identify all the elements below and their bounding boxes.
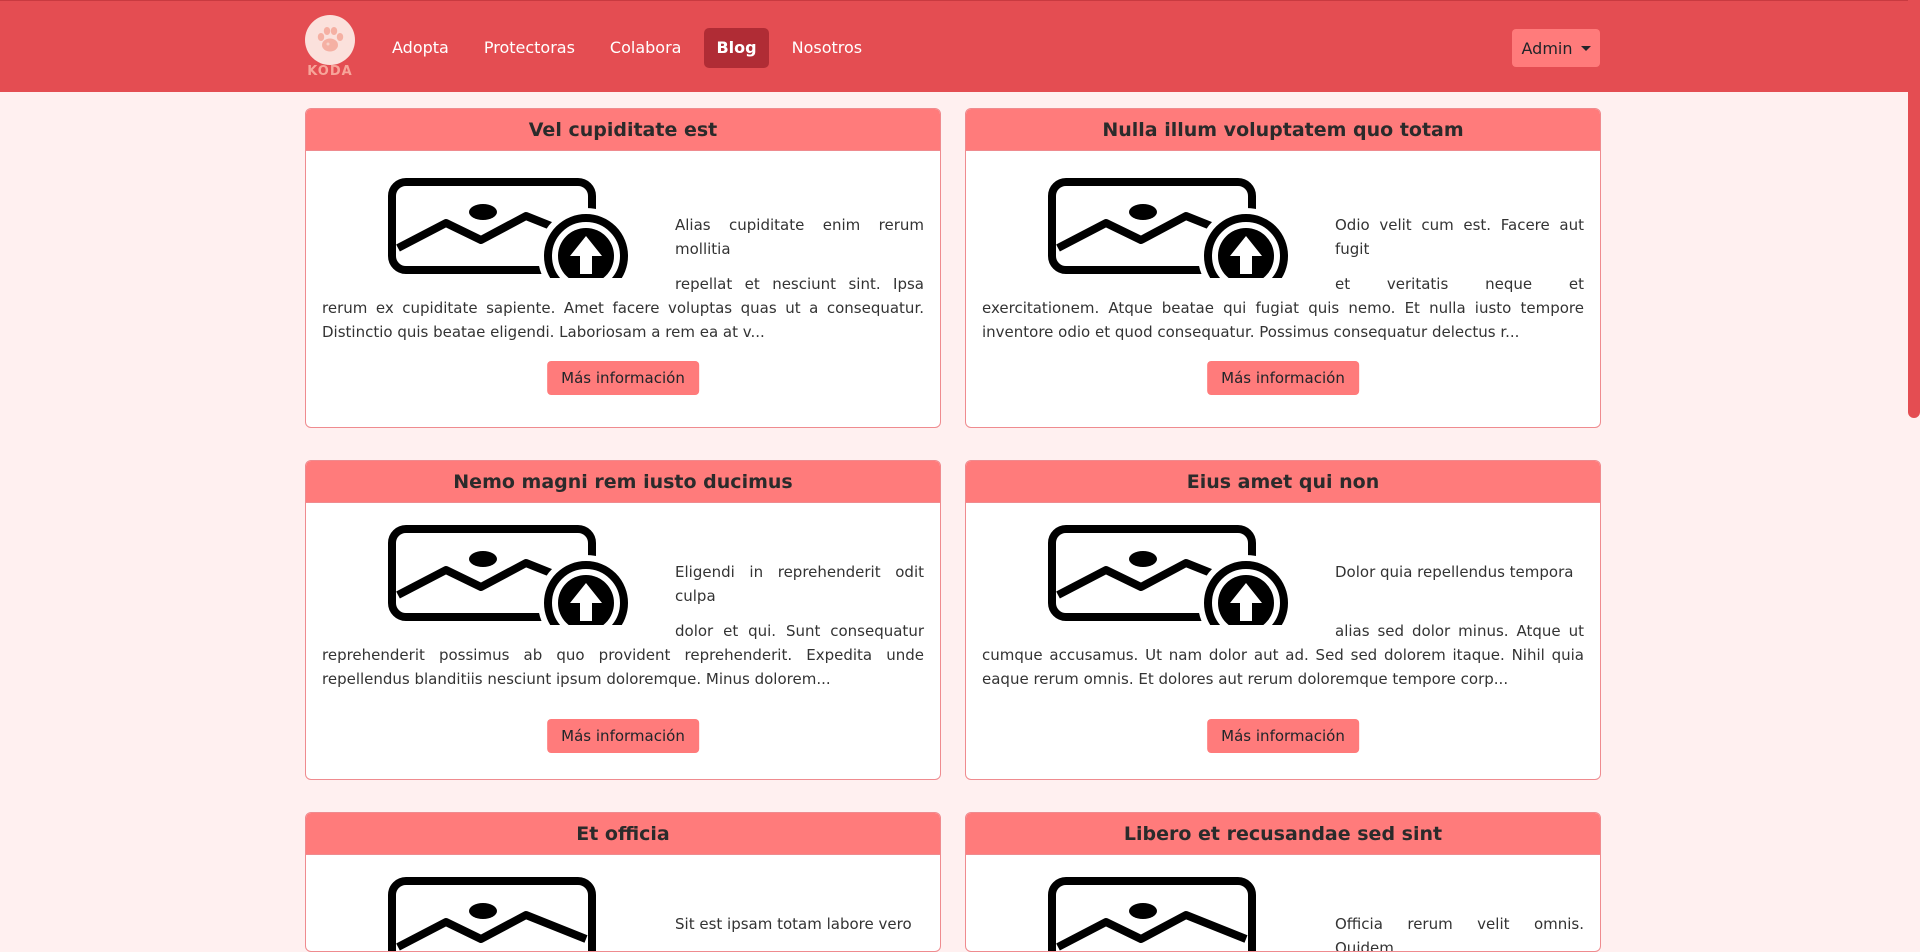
- image-upload-icon: [1048, 877, 1256, 951]
- image-upload-icon: [388, 178, 634, 278]
- blog-card: Nulla illum voluptatem quo totam Odio ve…: [965, 108, 1601, 428]
- blog-card: Nemo magni rem iusto ducimus Eligendi in…: [305, 460, 941, 780]
- card-title: Nemo magni rem iusto ducimus: [306, 461, 940, 503]
- admin-dropdown-button[interactable]: Admin: [1512, 29, 1600, 67]
- logo-text: KODA: [307, 64, 353, 79]
- nav-links: Adopta Protectoras Colabora Blog Nosotro…: [380, 28, 885, 68]
- image-upload-icon: [388, 877, 596, 951]
- more-info-button[interactable]: Más información: [1207, 361, 1359, 395]
- card-title: Nulla illum voluptatem quo totam: [966, 109, 1600, 151]
- more-info-button[interactable]: Más información: [547, 719, 699, 753]
- more-info-button[interactable]: Más información: [1207, 719, 1359, 753]
- image-upload-icon: [388, 525, 634, 625]
- nav-link-colabora[interactable]: Colabora: [598, 28, 694, 68]
- nav-link-blog[interactable]: Blog: [704, 28, 769, 68]
- image-upload-icon: [1048, 178, 1294, 278]
- card-excerpt: repellat et nesciunt sint. Ipsa rerum ex…: [322, 275, 924, 341]
- top-navbar: KODA Adopta Protectoras Colabora Blog No…: [0, 0, 1920, 92]
- admin-label: Admin: [1521, 38, 1573, 58]
- blog-card: Libero et recusandae sed sint Officia re…: [965, 812, 1601, 952]
- image-upload-icon: [1048, 525, 1294, 625]
- card-excerpt: alias sed dolor minus. Atque ut cumque a…: [982, 622, 1584, 688]
- blog-card: Eius amet qui non Dolor quia repellendus…: [965, 460, 1601, 780]
- card-title: Eius amet qui non: [966, 461, 1600, 503]
- paw-icon: [305, 15, 355, 65]
- card-title: Libero et recusandae sed sint: [966, 813, 1600, 855]
- nav-link-protectoras[interactable]: Protectoras: [472, 28, 587, 68]
- nav-link-nosotros[interactable]: Nosotros: [780, 28, 875, 68]
- blog-card: Et officia Sit est ipsam totam labore ve…: [305, 812, 941, 952]
- card-title: Vel cupiditate est: [306, 109, 940, 151]
- scrollbar-thumb[interactable]: [1908, 0, 1920, 418]
- nav-link-adopta[interactable]: Adopta: [380, 28, 461, 68]
- card-title: Et officia: [306, 813, 940, 855]
- koda-logo[interactable]: KODA: [305, 15, 355, 79]
- card-excerpt: et veritatis neque et exercitationem. At…: [982, 275, 1584, 341]
- more-info-button[interactable]: Más información: [547, 361, 699, 395]
- caret-down-icon: [1580, 45, 1591, 51]
- card-excerpt: dolor et qui. Sunt consequatur reprehend…: [322, 622, 924, 688]
- blog-card: Vel cupiditate est Alias cupiditate enim…: [305, 108, 941, 428]
